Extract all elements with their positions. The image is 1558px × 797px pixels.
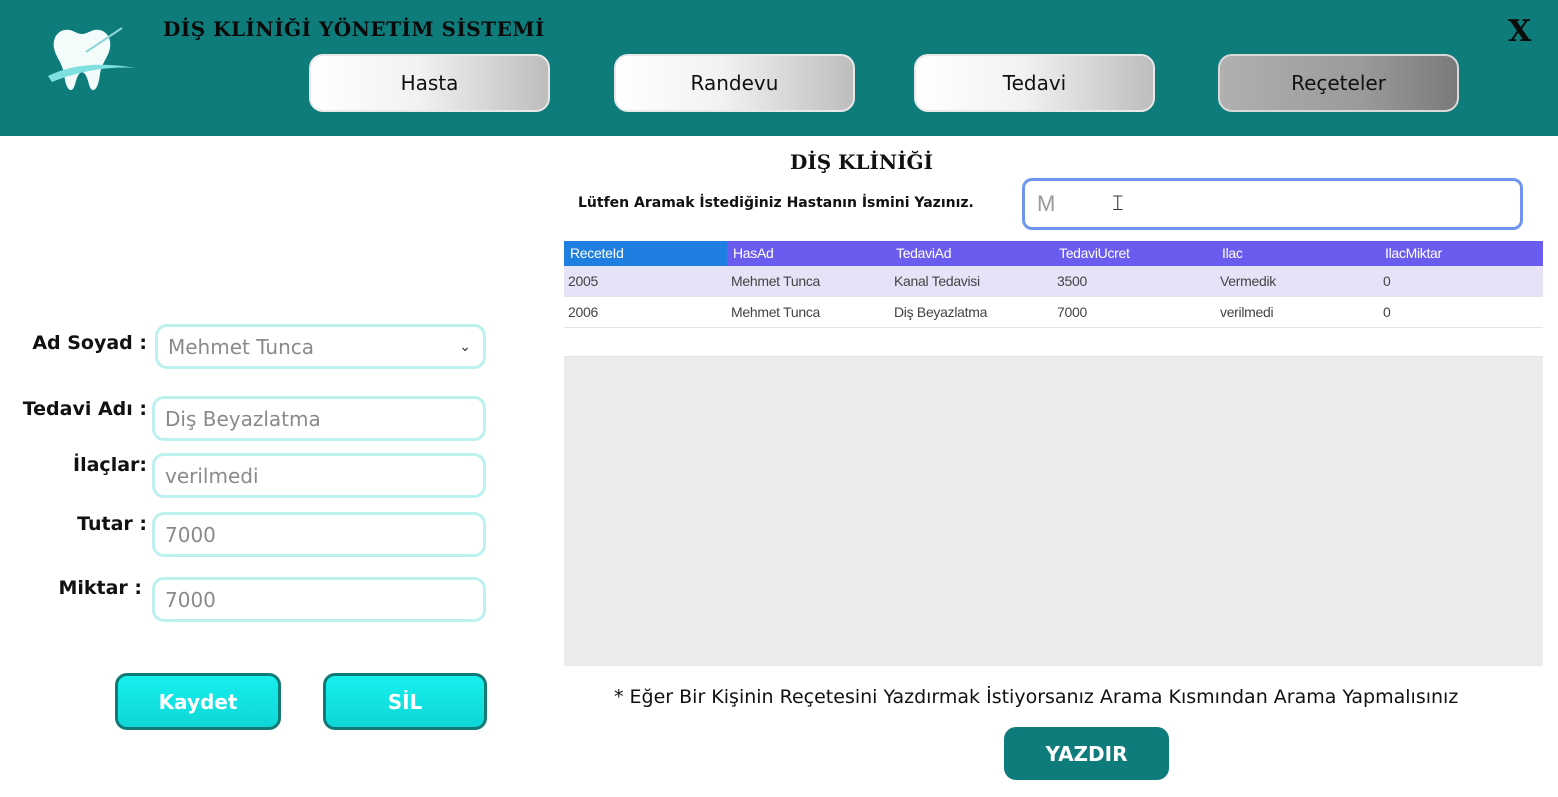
name-select-value: Mehmet Tunca bbox=[168, 334, 315, 359]
print-note: * Eğer Bir Kişinin Reçetesini Yazdırmak … bbox=[614, 686, 1459, 708]
table-cell: Mehmet Tunca bbox=[731, 304, 820, 320]
drugs-label: İlaçlar: bbox=[73, 454, 147, 476]
column-header[interactable]: TedaviUcret bbox=[1053, 241, 1216, 266]
tab-randevu[interactable]: Randevu bbox=[614, 54, 855, 112]
quantity-field[interactable]: 7000 bbox=[152, 577, 486, 622]
table-cell: Vermedik bbox=[1220, 273, 1276, 289]
table-cell: verilmedi bbox=[1220, 304, 1274, 320]
column-header[interactable]: IlacMiktar bbox=[1379, 241, 1542, 266]
amount-label: Tutar : bbox=[77, 513, 147, 535]
tooth-logo-icon bbox=[48, 27, 136, 91]
table-cell: Kanal Tedavisi bbox=[894, 273, 980, 289]
tab-hasta[interactable]: Hasta bbox=[309, 54, 550, 112]
close-button[interactable]: X bbox=[1508, 14, 1531, 49]
column-header[interactable]: Ilac bbox=[1216, 241, 1379, 266]
name-label: Ad Soyad : bbox=[32, 332, 147, 354]
table-cell: 2005 bbox=[568, 273, 598, 289]
drugs-field[interactable]: verilmedi bbox=[152, 453, 486, 498]
search-label: Lütfen Aramak İstediğiniz Hastanın İsmin… bbox=[578, 195, 974, 211]
tab-tedavi[interactable]: Tedavi bbox=[914, 54, 1155, 112]
name-select[interactable]: Mehmet Tunca ⌄ bbox=[155, 324, 486, 369]
table-header: ReceteId HasAd TedaviAd TedaviUcret Ilac… bbox=[564, 241, 1543, 266]
table-new-row[interactable] bbox=[564, 328, 1543, 357]
column-header[interactable]: HasAd bbox=[727, 241, 890, 266]
save-button[interactable]: Kaydet bbox=[115, 673, 281, 730]
tab-receteler[interactable]: Reçeteler bbox=[1218, 54, 1459, 112]
table-row[interactable]: 2006 Mehmet Tunca Diş Beyazlatma 7000 ve… bbox=[564, 297, 1543, 328]
column-header[interactable]: ReceteId bbox=[564, 241, 727, 266]
app-title: DİŞ KLİNİĞİ YÖNETİM SİSTEMİ bbox=[163, 17, 545, 41]
table-cell: 0 bbox=[1383, 273, 1391, 289]
table-row[interactable]: 2005 Mehmet Tunca Kanal Tedavisi 3500 Ve… bbox=[564, 266, 1543, 297]
table-cell: Diş Beyazlatma bbox=[894, 304, 988, 320]
table-cell: Mehmet Tunca bbox=[731, 273, 820, 289]
text-cursor-icon: 𝙸 bbox=[1110, 190, 1126, 215]
clinic-title: DİŞ KLİNİĞİ bbox=[790, 150, 933, 174]
column-header[interactable]: TedaviAd bbox=[890, 241, 1053, 266]
prescription-table[interactable]: ReceteId HasAd TedaviAd TedaviUcret Ilac… bbox=[564, 241, 1543, 666]
app-header: DİŞ KLİNİĞİ YÖNETİM SİSTEMİ X Hasta Rand… bbox=[0, 0, 1558, 136]
search-input[interactable]: M bbox=[1022, 178, 1523, 230]
treatment-field[interactable]: Diş Beyazlatma bbox=[152, 396, 486, 441]
print-button[interactable]: YAZDIR bbox=[1004, 727, 1169, 780]
table-cell: 0 bbox=[1383, 304, 1391, 320]
quantity-label: Miktar : bbox=[58, 577, 142, 599]
delete-button[interactable]: SİL bbox=[323, 673, 487, 730]
table-cell: 7000 bbox=[1057, 304, 1087, 320]
table-cell: 2006 bbox=[568, 304, 598, 320]
treatment-label: Tedavi Adı : bbox=[22, 398, 147, 420]
table-cell: 3500 bbox=[1057, 273, 1087, 289]
amount-field[interactable]: 7000 bbox=[152, 512, 486, 557]
chevron-down-icon[interactable]: ⌄ bbox=[459, 339, 471, 355]
